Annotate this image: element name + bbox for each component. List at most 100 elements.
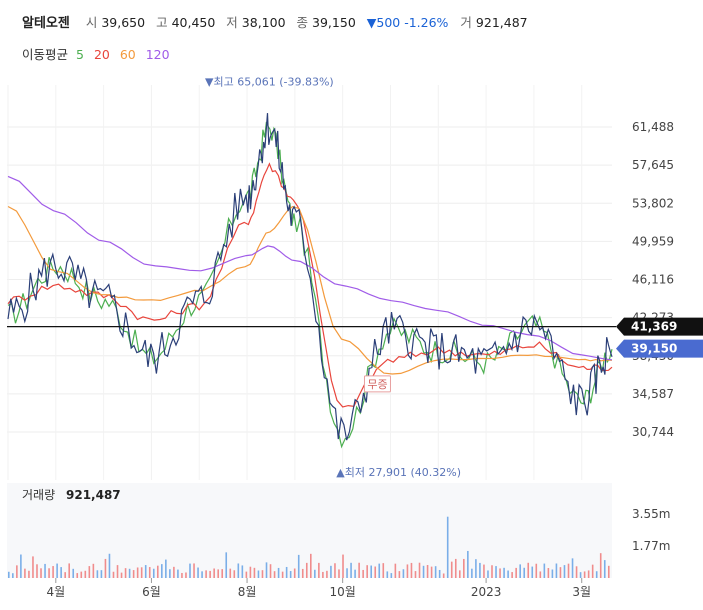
volume-bar [535,563,538,578]
volume-bar [277,567,280,578]
volume-bar [386,571,389,578]
y-tick-label: 61,488 [632,120,674,134]
volume-bar [205,570,207,578]
volume-bar [450,561,453,578]
volume-bar [40,568,42,578]
volume-bar [104,558,107,578]
volume-bar [12,573,14,578]
volume-bar [68,563,70,578]
volume-bar [414,571,417,578]
volume-bar [310,553,312,578]
current-price-label: 39,150 [631,342,677,356]
volume-bar [128,568,131,578]
y-tick-label: 30,744 [632,425,674,439]
volume-bar [20,554,22,578]
volume-bar [124,568,127,578]
volume-bar [241,565,244,578]
volume-bar [519,564,521,578]
y-tick-label: 53,802 [632,196,674,210]
volume-bar [479,562,481,578]
volume-bar [434,566,437,578]
volume-bar [555,563,558,578]
volume-bar [495,566,497,578]
ma-line-20 [7,162,613,408]
volume-bar [217,569,219,578]
volume-bar [515,567,517,578]
price-line [7,113,613,441]
volume-bar [44,563,46,578]
volume-bar [603,560,606,578]
volume-bar [265,562,268,578]
y-tick-label: 34,587 [632,387,674,401]
volume-bar [285,566,288,578]
volume-bar [338,569,340,578]
y-tick-label: 46,116 [632,273,674,287]
volume-bar [422,565,425,578]
volume-bar [136,567,139,578]
volume-bar [539,571,542,578]
volume-bar [374,566,377,578]
volume-bar [318,562,320,578]
volume-bar [446,516,449,578]
volume-bar [370,565,372,578]
volume-bar [571,558,574,578]
stock-chart[interactable]: 61,48857,64553,80249,95946,11642,27338,4… [0,0,703,610]
volume-bar [108,553,111,578]
volume-bar [269,564,272,578]
volume-bar [523,567,526,578]
volume-bar [334,563,336,578]
volume-bar [305,562,308,578]
volume-bar [402,569,405,578]
x-tick-label: 2023 [471,585,502,599]
volume-bar [96,570,99,578]
reference-price-label: 41,369 [631,320,677,334]
volume-bar [326,570,328,578]
volume-value: 921,487 [66,488,121,502]
volume-bar [48,568,50,578]
volume-bar [289,571,292,578]
volume-bar [193,563,195,578]
x-tick-label: 8월 [238,585,257,599]
x-tick-label: 10월 [330,585,356,599]
volume-bar [458,570,461,578]
volume-tick-label: 3.55m [632,507,670,521]
volume-bar [398,571,401,578]
volume-bar [499,568,501,578]
volume-bar [394,563,397,578]
volume-bar [563,565,566,578]
volume-bar [503,567,505,578]
volume-bar [507,570,509,578]
volume-bar [575,566,578,578]
volume-bar [378,563,381,578]
volume-bar [116,565,119,578]
volume-bar [80,571,83,578]
x-tick-label: 4월 [46,585,65,599]
volume-bar [346,568,348,578]
volume-bar [410,562,413,578]
volume-bar [273,571,276,578]
volume-bar [76,573,79,578]
volume-bar [547,568,550,578]
volume-bar [152,568,155,578]
volume-bar [579,572,582,578]
volume-bar [297,554,300,578]
x-tick-label: 6월 [142,585,161,599]
x-tick-label: 3월 [572,585,591,599]
volume-bar [237,563,240,578]
volume-bar [245,571,248,578]
volume-bar [209,570,211,578]
volume-bar [92,563,95,578]
high-annotation: ▼최고 65,061 (-39.83%) [205,76,334,89]
volume-bar [362,569,364,578]
volume-bar [181,572,183,578]
volume-bar [454,558,457,578]
volume-bar [36,564,38,578]
volume-bar [559,567,562,578]
volume-bar [148,567,151,578]
volume-bar [358,562,360,578]
volume-bar [591,564,594,578]
volume-bar [140,567,143,578]
volume-bar [64,572,66,578]
volume-bar [406,564,409,578]
volume-bar [418,562,421,578]
